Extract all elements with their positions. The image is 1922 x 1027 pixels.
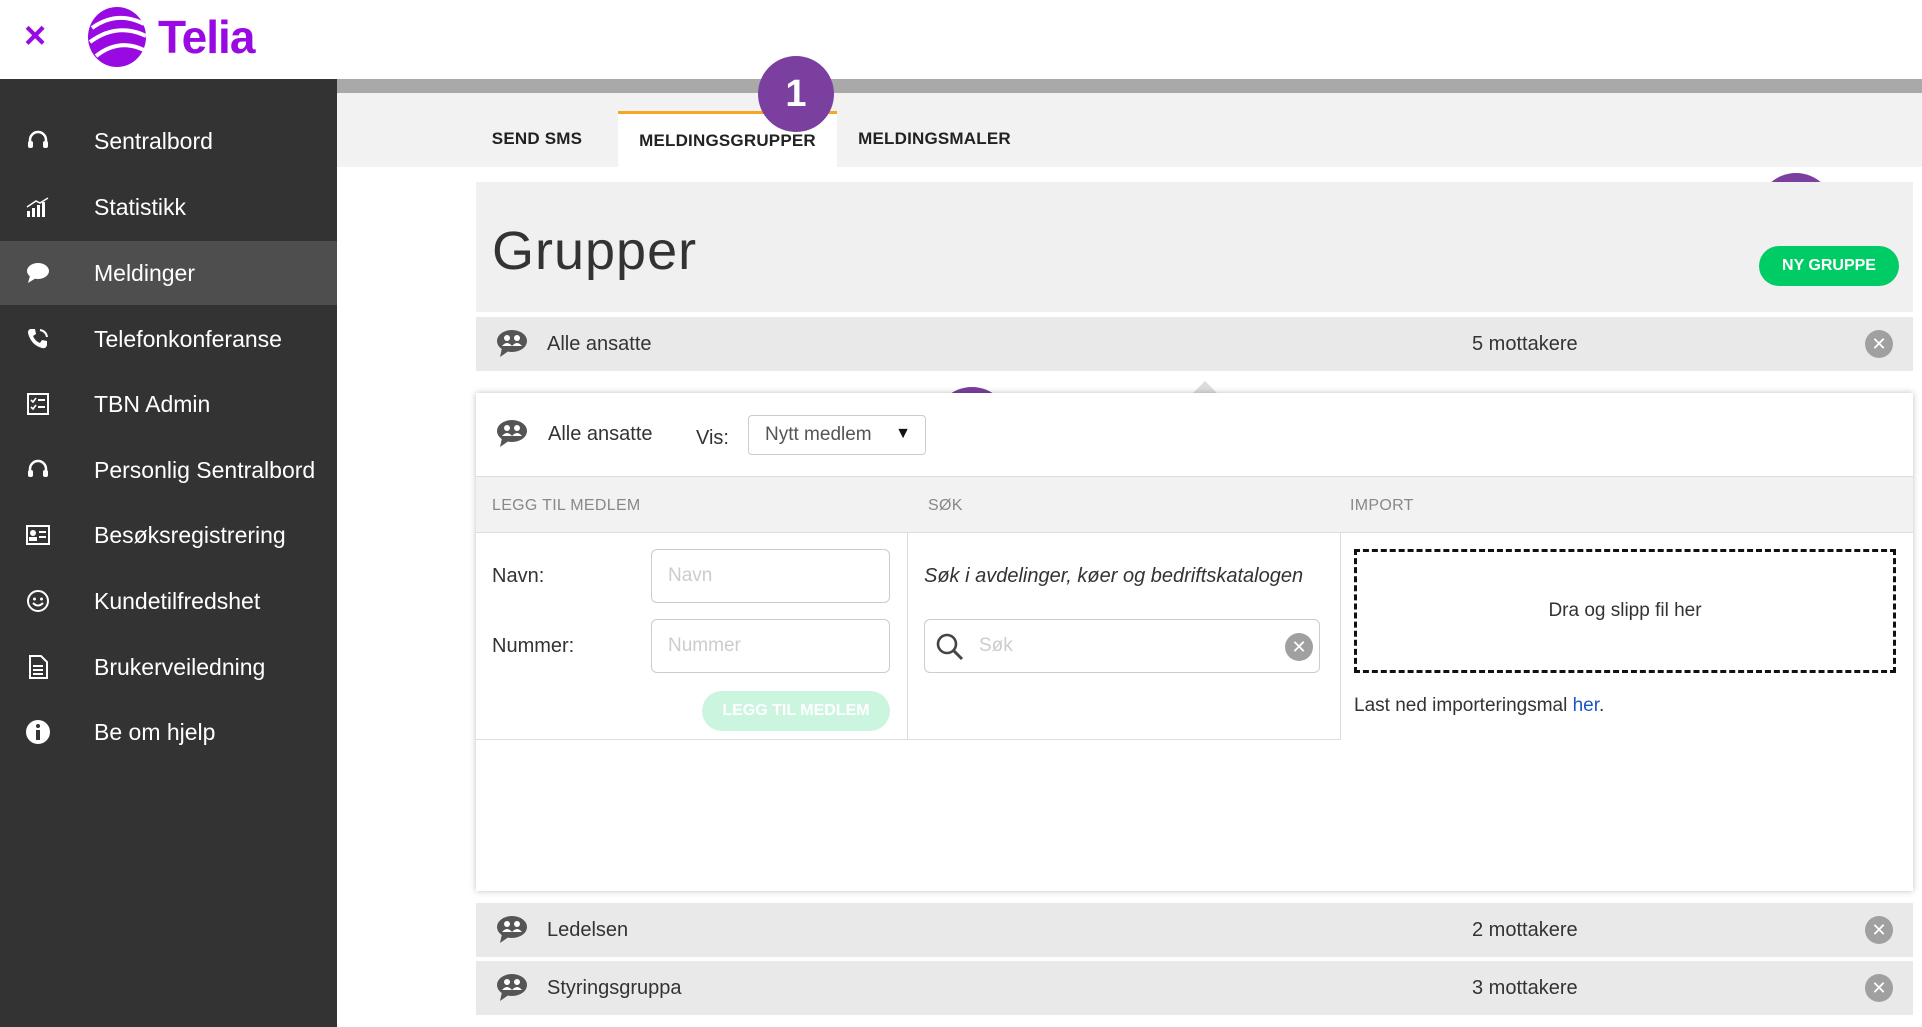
document-icon [24,653,52,681]
telia-pebble-icon [88,7,147,67]
import-note-suffix: . [1599,695,1605,716]
tab-send-sms[interactable]: SEND SMS [467,111,607,167]
sidebar-item-telefonkonferanse[interactable]: Telefonkonferanse [0,307,337,371]
file-drop-zone[interactable]: Dra og slipp fil her [1354,549,1896,673]
sidebar-item-brukerveiledning[interactable]: Brukerveiledning [0,635,337,699]
sidebar-item-label: Telefonkonferanse [94,325,282,352]
group-recipient-count: 5 mottakere [1472,332,1578,355]
import-template-link[interactable]: her [1573,695,1599,716]
search-icon [936,633,964,661]
sidebar-item-label: Kundetilfredshet [94,587,261,614]
search-input[interactable]: Søk ✕ [924,619,1320,673]
sidebar-item-label: Personlig Sentralbord [94,456,316,483]
sidebar-item-be-om-hjelp[interactable]: Be om hjelp [0,700,337,764]
phone-icon [24,325,52,353]
form-bottom-border [476,739,1341,740]
vis-select[interactable]: Nytt medlem ▼ [748,415,926,455]
remove-group-icon[interactable]: ✕ [1865,330,1893,358]
import-template-note: Last ned importeringsmal her. [1354,695,1604,717]
group-row-alle-ansatte[interactable]: Alle ansatte 5 mottakere ✕ [476,317,1913,371]
search-description: Søk i avdelinger, køer og bedriftskatalo… [924,565,1304,587]
group-chat-icon [497,974,527,1001]
smiley-icon [24,587,52,615]
sidebar-item-label: Sentralbord [94,127,213,154]
group-chat-icon [497,330,527,357]
group-row-styringsgruppa[interactable]: Styringsgruppa 3 mottakere ✕ [476,961,1913,1015]
close-icon[interactable]: × [24,14,46,58]
column-divider [907,533,908,740]
group-row-ledelsen[interactable]: Ledelsen 2 mottakere ✕ [476,903,1913,957]
callout-badge-1: 1 [758,56,834,132]
headset-icon [24,456,52,484]
name-input[interactable]: Navn [651,549,890,603]
telia-logo[interactable]: Telia [86,2,255,72]
section-label-add: LEGG TIL MEDLEM [492,497,641,514]
sidebar-item-label: Brukerveiledning [94,653,266,680]
import-note-text: Last ned importeringsmal [1354,695,1573,716]
sidebar-item-statistikk[interactable]: Statistikk [0,175,337,239]
remove-group-icon[interactable]: ✕ [1865,916,1893,944]
top-bar: × Telia [0,0,1922,79]
sidebar: Sentralbord Statistikk Meldinger Telefon… [0,79,337,1027]
group-name: Styringsgruppa [547,976,682,999]
page-title: Grupper [492,221,698,281]
tab-meldingsmaler[interactable]: MELDINGSMALER [852,111,1017,167]
sidebar-item-label: Meldinger [94,259,195,286]
tab-bar: SEND SMS MELDINGSGRUPPER MELDINGSMALER [337,93,1922,167]
group-chat-icon [497,916,527,943]
drop-zone-text: Dra og slipp fil her [1548,600,1702,621]
sidebar-item-sentralbord[interactable]: Sentralbord [0,109,337,173]
group-recipient-count: 3 mottakere [1472,976,1578,999]
headset-icon [24,127,52,155]
sidebar-item-meldinger[interactable]: Meldinger [0,241,337,305]
sidebar-item-label: Be om hjelp [94,718,216,745]
add-member-button[interactable]: LEGG TIL MEDLEM [702,691,890,731]
number-input[interactable]: Nummer [651,619,890,673]
number-label: Nummer: [492,635,575,657]
sidebar-item-personlig-sentralbord[interactable]: Personlig Sentralbord [0,438,337,502]
sidebar-item-label: Statistikk [94,193,187,220]
column-divider [1340,533,1341,740]
vis-label: Vis: [696,427,729,449]
search-placeholder: Søk [979,635,1013,656]
detail-header: Alle ansatte Vis: Nytt medlem ▼ [476,393,1913,477]
info-icon [24,718,52,746]
vis-select-value: Nytt medlem [765,424,872,445]
group-recipient-count: 2 mottakere [1472,918,1578,941]
new-group-button[interactable]: NY GRUPPE [1759,246,1899,286]
group-name: Alle ansatte [547,332,652,355]
group-chat-icon [497,420,527,447]
sidebar-item-label: Besøksregistrering [94,521,286,548]
section-label-import: IMPORT [1350,497,1414,514]
detail-group-name: Alle ansatte [548,423,653,445]
sidebar-item-besoksregistrering[interactable]: Besøksregistrering [0,503,337,567]
clear-search-icon[interactable]: ✕ [1285,633,1313,661]
remove-group-icon[interactable]: ✕ [1865,974,1893,1002]
groups-header-panel: Grupper NY GRUPPE [476,182,1913,312]
name-label: Navn: [492,565,545,587]
panel-pointer [1193,381,1217,393]
header-strip [337,79,1922,93]
sidebar-item-tbn-admin[interactable]: TBN Admin [0,372,337,436]
id-card-icon [24,521,52,549]
checklist-icon [24,390,52,418]
group-detail-panel: Alle ansatte Vis: Nytt medlem ▼ LEGG TIL… [476,393,1913,891]
brand-name: Telia [158,11,255,63]
section-header-bar: LEGG TIL MEDLEM SØK IMPORT [476,477,1913,533]
section-label-search: SØK [928,497,963,514]
group-name: Ledelsen [547,918,629,941]
chat-bubble-icon [24,259,52,287]
bar-chart-icon [24,193,52,221]
sidebar-item-label: TBN Admin [94,390,211,417]
sidebar-item-kundetilfredshet[interactable]: Kundetilfredshet [0,569,337,633]
dropdown-arrow-icon: ▼ [895,425,911,442]
